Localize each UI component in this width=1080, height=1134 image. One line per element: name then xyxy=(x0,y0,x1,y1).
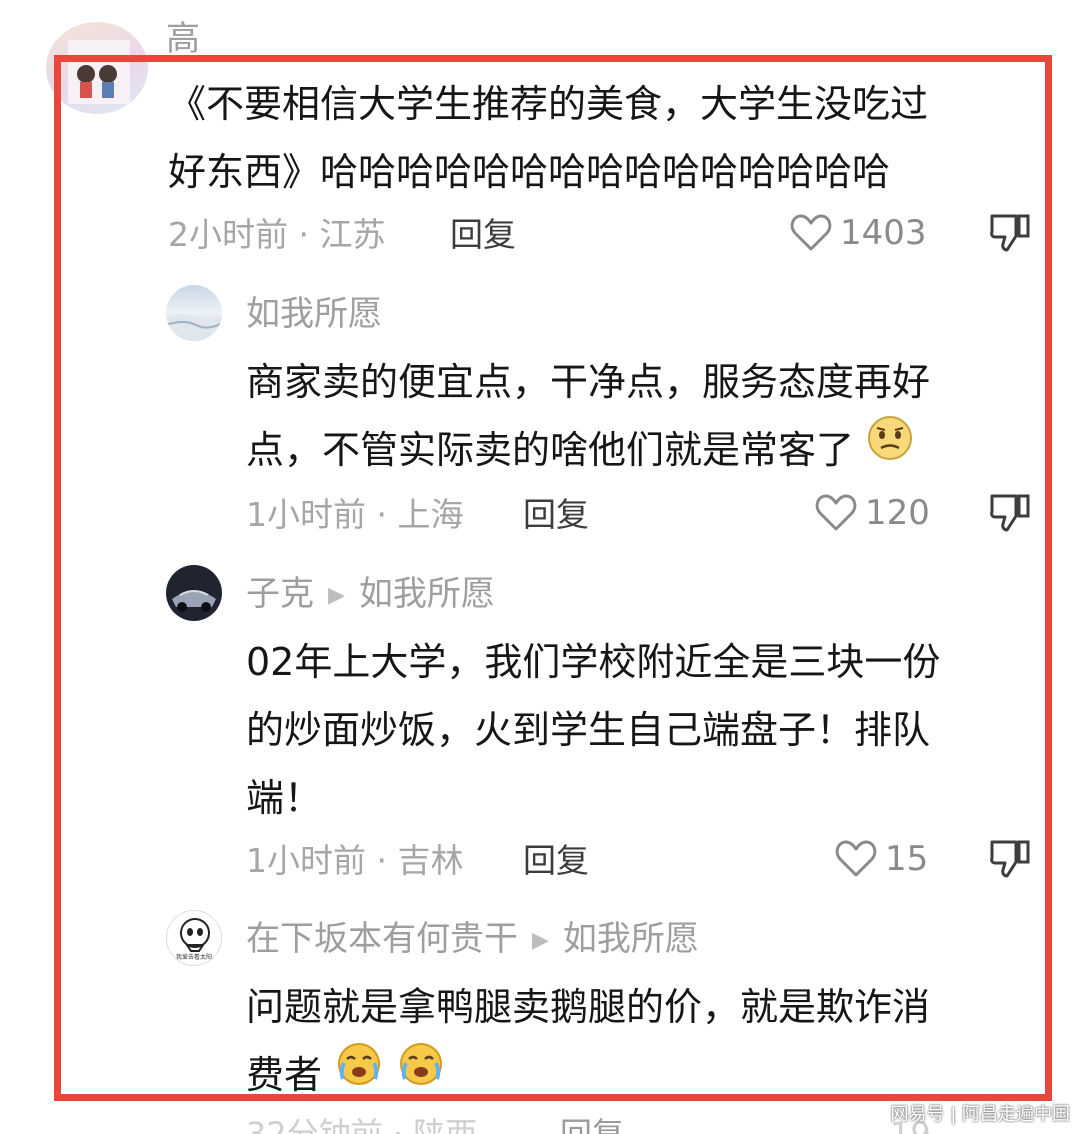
reply-button[interactable]: 回复 xyxy=(450,218,516,251)
reply-to-name[interactable]: 如我所愿 xyxy=(563,919,699,959)
comment-line: 问题就是拿鸭腿卖鹅腿的价，就是欺诈消 xyxy=(246,985,931,1029)
like-button[interactable]: 1403 xyxy=(790,214,927,252)
reply-button[interactable]: 回复 xyxy=(523,844,589,877)
like-button[interactable]: 15 xyxy=(835,840,928,878)
avatar[interactable] xyxy=(46,22,148,114)
comment-line: 02年上大学，我们学校附近全是三块一份 xyxy=(246,640,941,684)
crying-face-emoji xyxy=(396,1039,446,1108)
reply-arrow-icon: ▶ xyxy=(532,928,549,953)
comment-line: 点，不管实际卖的啥他们就是常客了 xyxy=(246,428,855,472)
comment-line: 的炒面炒饭，火到学生自己端盘子！排队 xyxy=(246,708,931,752)
worried-face-emoji xyxy=(866,414,914,483)
crying-face-emoji xyxy=(334,1039,384,1108)
comment-meta: 1小时前 · 吉林 xyxy=(246,841,464,880)
dislike-button[interactable] xyxy=(988,836,1032,884)
thumbs-down-icon xyxy=(990,494,1030,532)
heart-icon xyxy=(815,494,857,531)
comment-meta: 32分钟前 · 陕西 xyxy=(246,1115,478,1134)
thumbs-down-icon xyxy=(990,214,1030,252)
reply-arrow-icon: ▶ xyxy=(328,583,345,608)
comment-meta: 1小时前 · 上海 xyxy=(246,495,464,534)
comment-meta: 2小时前 · 江苏 xyxy=(168,215,386,254)
avatar[interactable] xyxy=(166,285,222,341)
heart-icon xyxy=(835,840,877,877)
comment-line: 端！ xyxy=(246,776,323,820)
reply-to-name[interactable]: 如我所愿 xyxy=(359,574,495,614)
comment-line: 商家卖的便宜点，干净点，服务态度再好 xyxy=(246,360,931,404)
avatar-caption: 我爱去看太阳 xyxy=(175,954,212,961)
avatar[interactable]: 我爱去看太阳 xyxy=(166,910,222,966)
reply-button[interactable]: 回复 xyxy=(560,1118,624,1134)
comment-text: 02年上大学，我们学校附近全是三块一份 的炒面炒饭，火到学生自己端盘子！排队 端… xyxy=(246,628,1036,832)
like-count: 15 xyxy=(885,839,929,879)
watermark: 网易号 | 阿昌走遍中国 xyxy=(890,1104,1070,1125)
commenter-name[interactable]: 在下坂本有何贵干 xyxy=(246,919,518,959)
commenter-name[interactable]: 高 xyxy=(166,22,200,56)
thumbs-down-icon xyxy=(990,840,1030,878)
commenter-name: 在下坂本有何贵干 ▶ 如我所愿 xyxy=(246,922,699,956)
like-count: 1403 xyxy=(840,213,927,253)
reply-button[interactable]: 回复 xyxy=(523,498,589,531)
dislike-button[interactable] xyxy=(988,490,1032,538)
like-count: 120 xyxy=(865,493,930,533)
comment-line: 《不要相信大学生推荐的美食，大学生没吃过 xyxy=(168,82,929,126)
comment-text: 《不要相信大学生推荐的美食，大学生没吃过 好东西》哈哈哈哈哈哈哈哈哈哈哈哈哈哈哈 xyxy=(168,70,1028,206)
avatar[interactable] xyxy=(166,565,222,621)
comment-line: 费者 xyxy=(246,1053,323,1097)
heart-icon xyxy=(790,214,832,251)
commenter-name[interactable]: 子克 xyxy=(246,574,314,614)
comment-text: 问题就是拿鸭腿卖鹅腿的价，就是欺诈消 费者 xyxy=(246,973,1036,1112)
comment-line: 好东西》哈哈哈哈哈哈哈哈哈哈哈哈哈哈哈 xyxy=(168,150,891,194)
dislike-button[interactable] xyxy=(988,210,1032,258)
comment-text: 商家卖的便宜点，干净点，服务态度再好 点，不管实际卖的啥他们就是常客了 xyxy=(246,348,1036,487)
commenter-name: 子克 ▶ 如我所愿 xyxy=(246,577,495,611)
commenter-name[interactable]: 如我所愿 xyxy=(246,297,382,331)
like-button[interactable]: 120 xyxy=(815,494,930,532)
